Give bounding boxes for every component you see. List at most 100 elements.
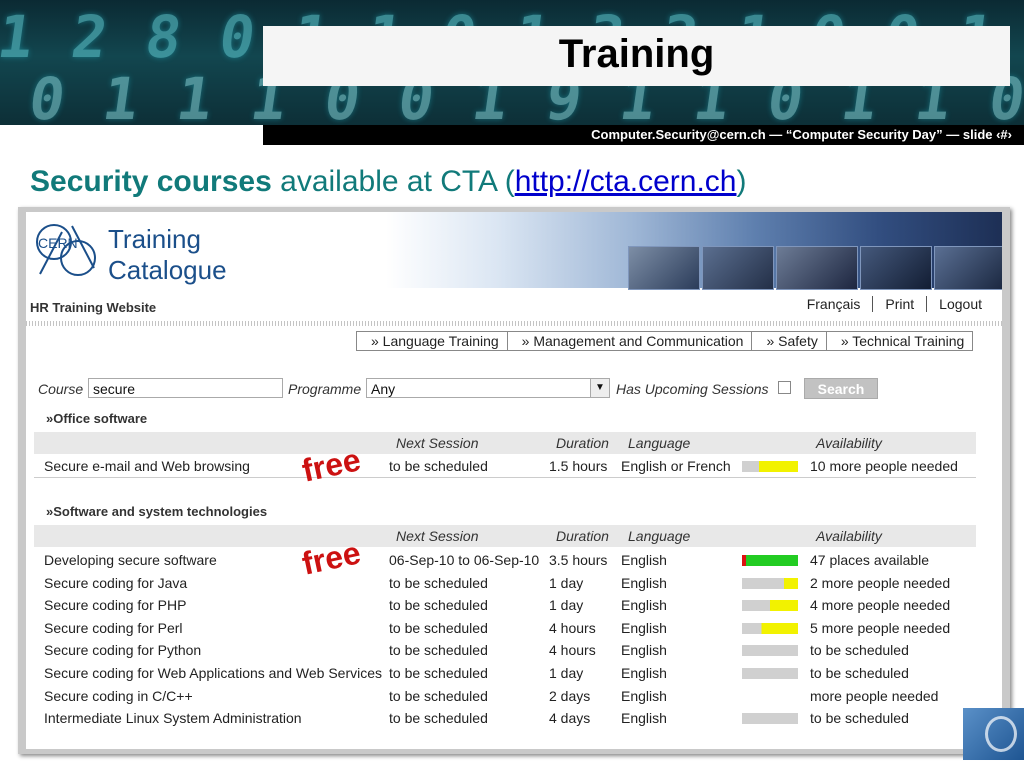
slide-heading: Security courses available at CTA (http:… — [30, 165, 746, 199]
catalogue-banner-image — [386, 212, 1002, 290]
language: English or French — [621, 458, 731, 474]
duration: 1 day — [549, 665, 584, 681]
search-button[interactable]: Search — [804, 378, 878, 399]
tab-management-communication[interactable]: » Management and Communication — [506, 332, 752, 350]
availability-bar — [742, 577, 798, 589]
course-input[interactable]: secure — [88, 378, 283, 398]
table-row[interactable]: Intermediate Linux System Administration… — [34, 707, 976, 729]
table-row[interactable]: Secure coding for Python to be scheduled 4… — [34, 639, 976, 661]
course-name[interactable]: Secure coding for PHP — [44, 597, 186, 613]
language: English — [621, 552, 667, 568]
next-session: to be scheduled — [389, 687, 488, 704]
duration: 2 days — [549, 687, 591, 704]
next-session: to be scheduled — [389, 665, 488, 681]
col-language: Language — [628, 435, 691, 451]
language: English — [621, 619, 667, 636]
availability-text: 10 more people needed — [810, 458, 958, 474]
banner-photo — [860, 246, 932, 290]
table-header-row: Next Session Duration Language Availabil… — [34, 525, 976, 547]
language: English — [621, 687, 667, 704]
tab-technical-training[interactable]: » Technical Training — [825, 332, 972, 350]
course-name[interactable]: Secure coding in C/C++ — [44, 688, 193, 704]
availability-bar — [742, 600, 798, 612]
upcoming-sessions-checkbox[interactable] — [778, 381, 791, 394]
programme-selected-value: Any — [371, 381, 396, 397]
section-title-office-software: »Office software — [46, 411, 148, 426]
dotted-separator — [26, 321, 1002, 326]
course-name[interactable]: Secure coding for Java — [44, 575, 187, 591]
duration: 1 day — [549, 574, 584, 591]
next-session: to be scheduled — [389, 642, 488, 659]
availability-text: 5 more people needed — [810, 619, 951, 636]
language: English — [621, 665, 667, 681]
table-row[interactable]: Secure coding in C/C++ to be scheduled 2 d… — [34, 685, 976, 707]
table-row[interactable]: Secure coding for Perl to be scheduled 4 h… — [34, 617, 976, 639]
catalogue-title: Training Catalogue — [108, 224, 227, 286]
banner-photo — [702, 246, 774, 290]
catalogue-screenshot-frame: CERN Training Catalogue HR Training Webs… — [18, 207, 1010, 754]
duration: 4 hours — [549, 619, 596, 636]
next-session: to be scheduled — [389, 597, 488, 614]
duration: 1 day — [549, 597, 584, 614]
top-links: Français Print Logout — [795, 296, 994, 312]
nav-tabs: » Language Training » Management and Com… — [356, 331, 974, 351]
catalogue-title-line1: Training — [108, 224, 201, 254]
course-name[interactable]: Secure coding for Web Applications and W… — [44, 665, 382, 681]
availability-text: to be scheduled — [810, 665, 909, 681]
next-session: to be scheduled — [389, 458, 488, 474]
course-name[interactable]: Secure coding for Python — [44, 642, 201, 658]
table-row[interactable]: Secure coding for PHP to be scheduled 1 da… — [34, 594, 976, 616]
banner-photo — [934, 246, 1002, 290]
banner-photo — [628, 246, 700, 290]
col-duration: Duration — [556, 528, 609, 544]
link-print[interactable]: Print — [872, 296, 926, 312]
availability-text: more people needed — [810, 687, 939, 704]
section-title-software-system: »Software and system technologies — [46, 504, 268, 519]
cta-link[interactable]: http://cta.cern.ch — [515, 165, 737, 198]
footer-text: Computer.Security@cern.ch — “Computer Se… — [591, 127, 1012, 142]
availability-bar — [742, 555, 798, 566]
language: English — [621, 642, 667, 659]
catalogue-webpage: CERN Training Catalogue HR Training Webs… — [26, 212, 1002, 749]
table-row[interactable]: Secure e-mail and Web browsing to be sche… — [34, 455, 976, 478]
availability-bar — [742, 622, 798, 634]
availability-bar — [742, 645, 798, 657]
footer-bar: Computer.Security@cern.ch — “Computer Se… — [263, 125, 1024, 145]
course-name[interactable]: Intermediate Linux System Administration — [44, 710, 302, 726]
course-name[interactable]: Secure coding for Perl — [44, 620, 183, 636]
tab-language-training[interactable]: » Language Training — [357, 332, 507, 350]
tab-safety[interactable]: » Safety — [751, 332, 825, 350]
heading-close: ) — [736, 165, 747, 198]
next-session: to be scheduled — [389, 619, 488, 636]
slide-title: Training — [558, 32, 715, 76]
programme-label: Programme — [288, 381, 362, 397]
availability-bar — [742, 668, 798, 679]
col-availability: Availability — [816, 528, 882, 544]
availability-bar — [742, 713, 798, 725]
duration: 3.5 hours — [549, 552, 608, 568]
chevron-down-icon[interactable]: ▼ — [590, 379, 609, 397]
cern-logo-icon: CERN — [36, 224, 96, 276]
catalogue-header: CERN Training Catalogue — [26, 212, 1002, 292]
next-session: 06-Sep-10 to 06-Sep-10 — [389, 552, 540, 568]
language: English — [621, 710, 667, 727]
course-name[interactable]: Secure e-mail and Web browsing — [44, 458, 250, 474]
banner-photo — [776, 246, 858, 290]
col-duration: Duration — [556, 435, 609, 451]
availability-text: 4 more people needed — [810, 597, 951, 614]
duration: 4 hours — [549, 642, 596, 659]
table-row[interactable]: Secure coding for Java to be scheduled 1 d… — [34, 572, 976, 594]
link-francais[interactable]: Français — [795, 296, 873, 312]
col-next-session: Next Session — [396, 528, 479, 544]
table-row[interactable]: Secure coding for Web Applications and W… — [34, 662, 976, 684]
duration: 4 days — [549, 710, 591, 727]
upcoming-sessions-label: Has Upcoming Sessions — [616, 381, 769, 397]
language: English — [621, 574, 667, 591]
programme-select[interactable]: Any ▼ — [366, 378, 610, 398]
link-logout[interactable]: Logout — [926, 296, 994, 312]
availability-text: to be scheduled — [810, 710, 909, 727]
table-row[interactable]: Developing secure software 06-Sep-10 to 0… — [34, 549, 976, 571]
cern-corner-logo-icon — [963, 708, 1024, 760]
availability-text: 2 more people needed — [810, 574, 951, 591]
course-name[interactable]: Developing secure software — [44, 552, 217, 568]
